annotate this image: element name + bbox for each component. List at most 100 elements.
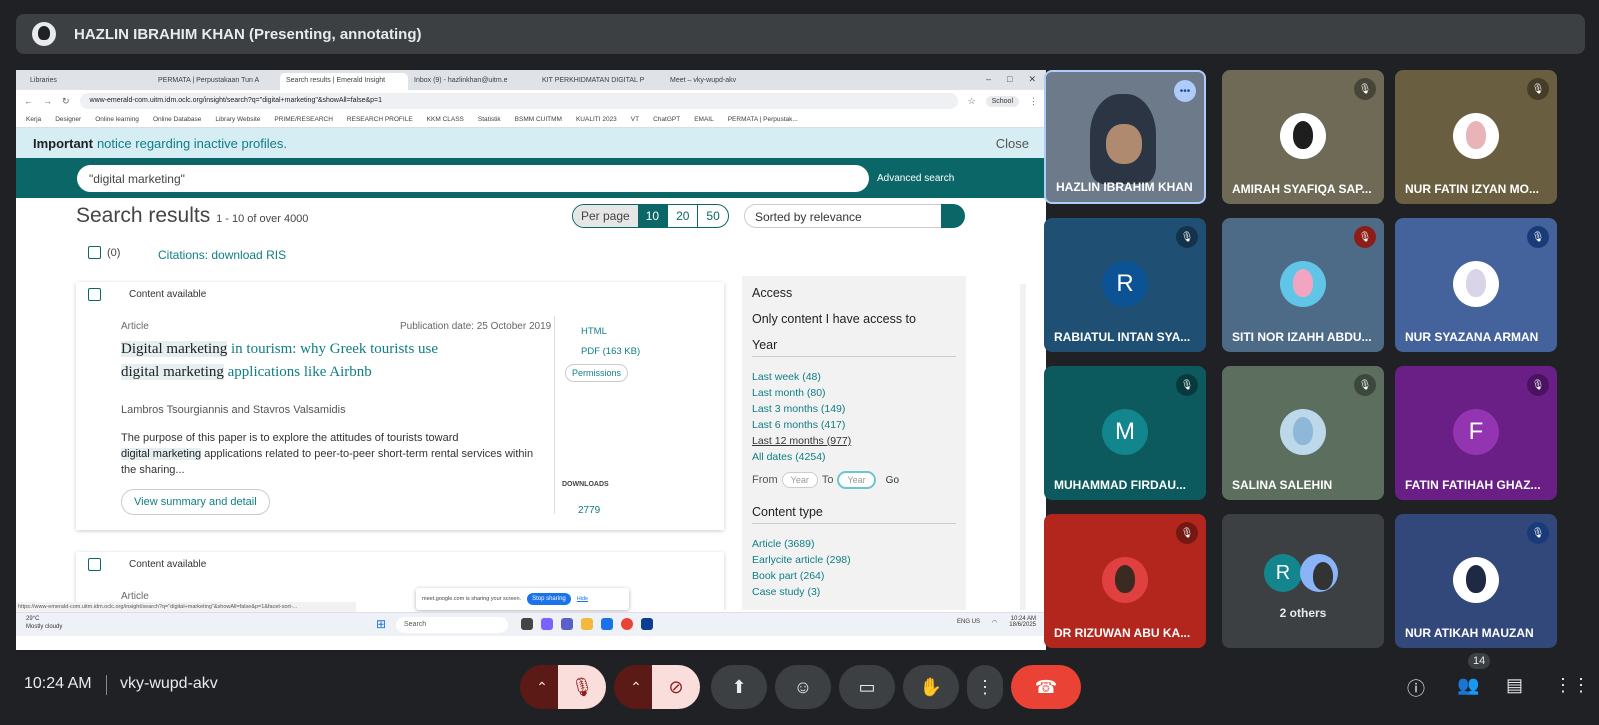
- participant-tile[interactable]: 🎙 SALINA SALEHIN: [1222, 366, 1384, 500]
- reload-icon[interactable]: ↻: [62, 96, 70, 107]
- to-year-input[interactable]: Year: [837, 471, 876, 489]
- year-filter[interactable]: All dates (4254): [752, 449, 956, 465]
- type-filter[interactable]: Article (3689): [752, 536, 956, 552]
- profile-button[interactable]: School: [985, 95, 1019, 107]
- article-title[interactable]: Digital marketing in tourism: why Greek …: [121, 338, 501, 384]
- bookmark[interactable]: Online Database: [153, 116, 201, 123]
- citations-link[interactable]: Citations: download RIS: [158, 248, 286, 262]
- participant-tile[interactable]: 🎙 DR RIZUWAN ABU KA...: [1044, 514, 1206, 648]
- forward-icon[interactable]: →: [43, 96, 52, 106]
- pdf-link[interactable]: PDF (163 KB): [581, 342, 640, 362]
- participant-tile[interactable]: 🎙 SITI NOR IZAHH ABDU...: [1222, 218, 1384, 352]
- select-all-checkbox[interactable]: [88, 246, 101, 259]
- type-filter[interactable]: Earlycite article (298): [752, 552, 956, 568]
- more-options-button[interactable]: ⋮: [967, 665, 1003, 709]
- participant-tile[interactable]: 🎙 AMIRAH SYAFIQA SAP...: [1222, 70, 1384, 204]
- notice-close-button[interactable]: Close: [996, 136, 1029, 151]
- bookmark[interactable]: Library Website: [215, 116, 260, 123]
- year-filter[interactable]: Last 3 months (149): [752, 401, 956, 417]
- tab-inbox[interactable]: Inbox (9) - hazlinkhan@uitm.e: [408, 73, 536, 90]
- per-page-50[interactable]: 50: [697, 205, 727, 227]
- html-link[interactable]: HTML: [581, 322, 640, 342]
- chat-icon[interactable]: ▤: [1506, 675, 1523, 696]
- minimize-icon[interactable]: –: [986, 74, 991, 85]
- weather-widget[interactable]: 29°C Mostly cloudy: [26, 615, 62, 631]
- go-button[interactable]: Go: [880, 473, 905, 488]
- bookmark[interactable]: RESEARCH PROFILE: [347, 116, 413, 123]
- bookmark[interactable]: KKM CLASS: [427, 116, 464, 123]
- result-checkbox[interactable]: [88, 558, 101, 571]
- camera-toggle-button[interactable]: ⊘: [652, 665, 700, 709]
- participant-tile[interactable]: 🎙 NUR ATIKAH MAUZAN: [1395, 514, 1557, 648]
- type-filter[interactable]: Case study (3): [752, 584, 956, 600]
- task-view-icon[interactable]: [521, 618, 533, 630]
- tab-meet[interactable]: Meet – vky-wupd-akv: [664, 73, 792, 90]
- url-field[interactable]: www-emerald-com.uitm.idm.oclc.org/insigh…: [79, 93, 958, 109]
- participant-tile[interactable]: 🎙 NUR FATIN IZYAN MO...: [1395, 70, 1557, 204]
- participant-tile[interactable]: 🎙 M MUHAMMAD FIRDAU...: [1044, 366, 1206, 500]
- year-filter[interactable]: Last 6 months (417): [752, 417, 956, 433]
- bookmark[interactable]: Statistik: [478, 116, 501, 123]
- end-call-button[interactable]: ☎: [1011, 665, 1081, 709]
- result-checkbox[interactable]: [88, 288, 101, 301]
- bookmark[interactable]: Designer: [55, 116, 81, 123]
- year-filter[interactable]: Last month (80): [752, 385, 956, 401]
- info-icon[interactable]: ⓘ: [1407, 675, 1425, 701]
- from-year-input[interactable]: Year: [781, 472, 818, 488]
- explorer-icon[interactable]: [581, 618, 593, 630]
- people-icon[interactable]: 👥: [1457, 675, 1479, 696]
- bookmark[interactable]: VT: [631, 116, 639, 123]
- tab-kit[interactable]: KIT PERKHIDMATAN DIGITAL P: [536, 73, 664, 90]
- participant-tile[interactable]: 🎙 F FATIN FATIHAH GHAZ...: [1395, 366, 1557, 500]
- permissions-button[interactable]: Permissions: [565, 364, 629, 382]
- bookmark[interactable]: BSMM CUITMM: [515, 116, 562, 123]
- copilot-icon[interactable]: [541, 618, 553, 630]
- participant-tile[interactable]: ••• HAZLIN IBRAHIM KHAN: [1044, 70, 1206, 204]
- chrome-icon[interactable]: [621, 618, 633, 630]
- mic-toggle-button[interactable]: 🎙: [558, 665, 606, 709]
- wifi-icon[interactable]: ◠: [992, 619, 997, 626]
- captions-button[interactable]: ▭: [839, 665, 895, 709]
- participant-tile[interactable]: 🎙 R RABIATUL INTAN SYA...: [1044, 218, 1206, 352]
- per-page-10[interactable]: 10: [637, 205, 668, 227]
- access-option[interactable]: Only content I have access to: [752, 312, 956, 326]
- bookmark[interactable]: EMAIL: [694, 116, 714, 123]
- taskbar-search[interactable]: Search: [396, 617, 508, 633]
- participant-tile[interactable]: 🎙 NUR SYAZANA ARMAN: [1395, 218, 1557, 352]
- hide-link[interactable]: Hide: [577, 596, 588, 602]
- notice-link[interactable]: notice regarding inactive profiles.: [97, 136, 287, 151]
- bookmark[interactable]: KUALITI 2023: [576, 116, 617, 123]
- activities-icon[interactable]: ⋮⋮: [1554, 675, 1590, 696]
- search-input[interactable]: "digital marketing": [77, 164, 869, 192]
- stop-sharing-button[interactable]: Stop sharing: [527, 593, 571, 605]
- bookmark[interactable]: PERMATA | Perpustak...: [728, 116, 798, 123]
- close-icon[interactable]: ✕: [1028, 74, 1036, 85]
- maximize-icon[interactable]: □: [1007, 74, 1012, 85]
- raise-hand-button[interactable]: ✋: [903, 665, 959, 709]
- star-icon[interactable]: ☆: [968, 96, 976, 107]
- per-page-20[interactable]: 20: [667, 205, 697, 227]
- chrome-profile-icon[interactable]: [601, 618, 613, 630]
- windows-start-icon[interactable]: ⊞: [376, 617, 386, 631]
- sort-select[interactable]: Sorted by relevance: [744, 204, 965, 228]
- tray-clock[interactable]: 10:24 AM 18/6/2025: [1009, 616, 1036, 628]
- present-button[interactable]: ⬆: [711, 665, 767, 709]
- bookmark[interactable]: Online learning: [95, 116, 139, 123]
- advanced-search-link[interactable]: Advanced search: [877, 173, 954, 184]
- bookmark[interactable]: Kerja: [26, 116, 41, 123]
- view-summary-button[interactable]: View summary and detail: [121, 489, 270, 515]
- tab-search-results[interactable]: Search results | Emerald Insight: [280, 73, 408, 90]
- back-icon[interactable]: ←: [24, 96, 33, 106]
- tab-libraries[interactable]: Libraries: [24, 73, 152, 90]
- teams-icon[interactable]: [561, 618, 573, 630]
- type-filter[interactable]: Book part (264): [752, 568, 956, 584]
- bookmark[interactable]: ChatGPT: [653, 116, 680, 123]
- more-options-icon[interactable]: •••: [1174, 80, 1196, 102]
- tab-permata[interactable]: PERMATA | Perpustakaan Tun A: [152, 73, 280, 90]
- page-scrollbar[interactable]: [1020, 284, 1026, 610]
- lang-indicator[interactable]: ENG US: [957, 619, 980, 625]
- app-icon[interactable]: [641, 618, 653, 630]
- reactions-button[interactable]: ☺: [775, 665, 831, 709]
- bookmark[interactable]: PRIME/RESEARCH: [274, 116, 333, 123]
- year-filter[interactable]: Last 12 months (977): [752, 433, 956, 449]
